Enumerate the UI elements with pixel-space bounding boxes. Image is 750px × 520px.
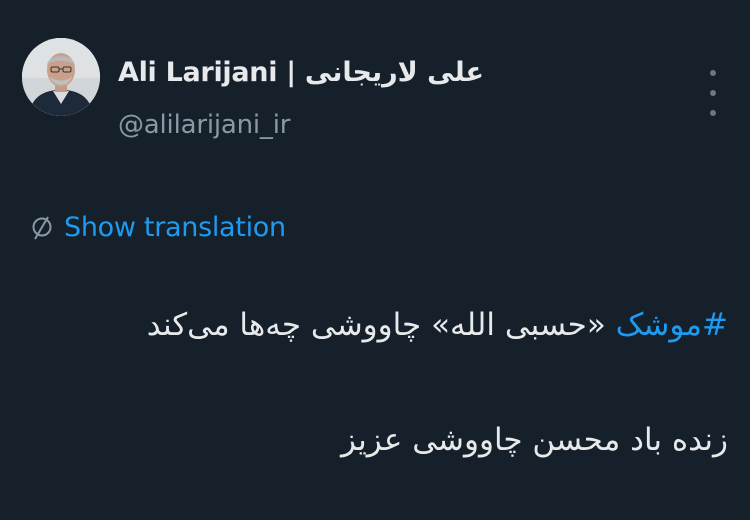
author-name-row[interactable]: Ali Larijani | علی لاریجانی [118, 52, 484, 92]
hashtag-link[interactable]: #موشک [616, 307, 728, 343]
author-display-name[interactable]: Ali Larijani | علی لاریجانی [118, 57, 484, 88]
globe-icon [32, 216, 52, 240]
vertical-ellipsis-icon [710, 90, 716, 96]
show-translation-button[interactable]: Show translation [30, 205, 286, 249]
tweet-text-line-2: زنده باد محسن چاووشی عزیز [341, 422, 728, 458]
more-options-button[interactable] [700, 70, 726, 116]
author-avatar[interactable] [22, 38, 100, 116]
show-translation-label: Show translation [64, 211, 286, 243]
author-handle[interactable]: @alilarijani_ir [118, 110, 290, 140]
tweet-card: Ali Larijani | علی لاریجانی @alilarijani… [0, 0, 750, 520]
vertical-ellipsis-icon [710, 70, 716, 76]
tweet-text-line-1: #موشک «حسبی الله» چاووشی چه‌ها می‌کند [147, 305, 728, 345]
tweet-text-line-1-rest: «حسبی الله» چاووشی چه‌ها می‌کند [146, 307, 616, 343]
vertical-ellipsis-icon [710, 110, 716, 116]
profile-photo-icon [22, 38, 100, 116]
